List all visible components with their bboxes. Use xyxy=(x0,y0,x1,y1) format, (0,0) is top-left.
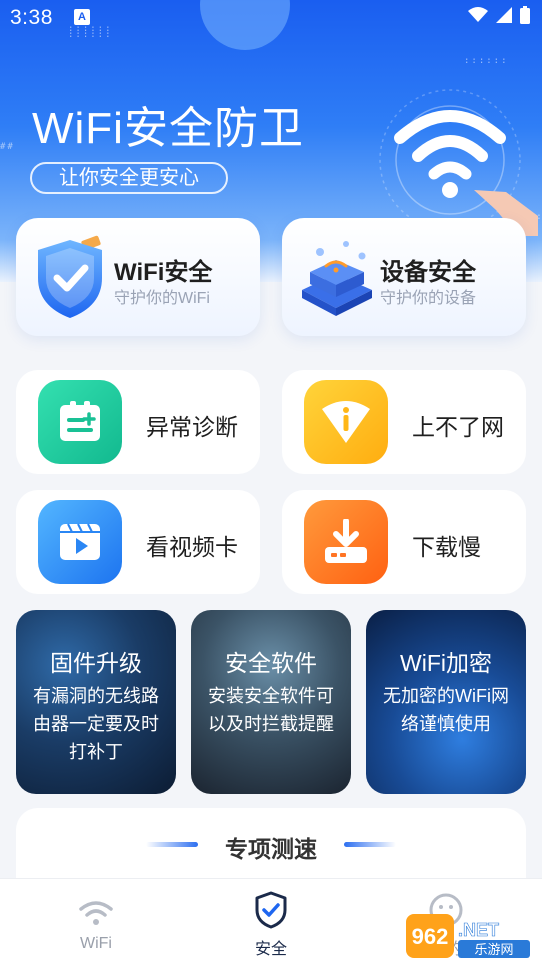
svg-text:.NET: .NET xyxy=(458,920,499,940)
card-subtitle: 守护你的WiFi xyxy=(114,290,210,307)
cell-signal-icon xyxy=(496,7,512,23)
wifi-security-card[interactable]: WiFi安全 守护你的WiFi xyxy=(16,218,260,336)
battery-icon xyxy=(520,6,530,24)
svg-text:乐游网: 乐游网 xyxy=(474,943,513,958)
device-security-card[interactable]: 设备安全 守护你的设备 xyxy=(282,218,526,336)
tile-label: 下载慢 xyxy=(412,534,481,560)
video-icon xyxy=(38,500,122,584)
nav-tab-security[interactable]: 安全 xyxy=(231,889,311,959)
download-icon xyxy=(304,500,388,584)
decor-dots: ## xyxy=(0,142,15,152)
notification-icon: A xyxy=(74,9,90,25)
hero-subtitle: 让你安全更安心 xyxy=(30,162,228,194)
info-card-firmware[interactable]: 固件升级 有漏洞的无线路由器一定要及时打补丁 xyxy=(16,610,176,794)
wifi-signal-icon xyxy=(468,7,488,22)
svg-text:962: 962 xyxy=(412,924,449,949)
hero-title: WiFi安全防卫 xyxy=(32,104,304,153)
info-card-security-software[interactable]: 安全软件 安装安全软件可以及时拦截提醒 xyxy=(191,610,351,794)
nav-label: 安全 xyxy=(254,941,287,958)
wifi-warning-icon xyxy=(304,380,388,464)
tile-label: 看视频卡 xyxy=(146,534,238,560)
info-card-desc: 有漏洞的无线路由器一定要及时打补丁 xyxy=(33,686,159,762)
wifi-icon xyxy=(79,901,113,925)
card-title: WiFi安全 xyxy=(114,259,213,286)
diagnosis-icon xyxy=(38,380,122,464)
nav-tab-wifi[interactable]: WiFi xyxy=(56,889,136,959)
watermark-logo: 962 .NET 乐游网 xyxy=(406,914,530,958)
status-icons xyxy=(468,6,530,24)
tile-slow-download[interactable]: 下载慢 xyxy=(282,490,526,594)
status-bar: 3:38 A xyxy=(0,0,542,36)
router-device-icon xyxy=(302,241,372,316)
card-subtitle: 守护你的设备 xyxy=(380,290,477,307)
card-title: 设备安全 xyxy=(380,259,476,286)
tile-label: 异常诊断 xyxy=(146,414,238,440)
info-card-title: WiFi加密 xyxy=(400,650,492,676)
decor-bar xyxy=(344,842,396,847)
nav-label: WiFi xyxy=(80,935,112,952)
decor-dots: :::::: xyxy=(464,56,509,66)
info-card-wifi-encryption[interactable]: WiFi加密 无加密的WiFi网络谨慎使用 xyxy=(366,610,526,794)
status-time: 3:38 xyxy=(10,6,53,29)
wifi-hero-icon xyxy=(379,89,538,236)
info-card-title: 安全软件 xyxy=(225,650,317,676)
shield-check-icon xyxy=(38,235,102,318)
section-title: 专项测速 xyxy=(225,836,317,862)
tile-no-internet[interactable]: 上不了网 xyxy=(282,370,526,474)
tile-anomaly-diagnosis[interactable]: 异常诊断 xyxy=(16,370,260,474)
tile-video-lag[interactable]: 看视频卡 xyxy=(16,490,260,594)
info-card-title: 固件升级 xyxy=(50,650,142,676)
tile-label: 上不了网 xyxy=(412,414,504,440)
info-card-desc: 无加密的WiFi网络谨慎使用 xyxy=(383,686,509,734)
info-card-desc: 安装安全软件可以及时拦截提醒 xyxy=(208,686,334,734)
shield-check-icon xyxy=(255,891,287,929)
